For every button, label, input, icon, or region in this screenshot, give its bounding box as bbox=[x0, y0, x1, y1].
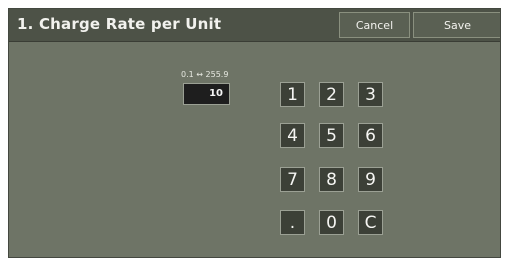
clear-button[interactable]: C bbox=[358, 210, 383, 235]
charge-rate-screen: 1. Charge Rate per Unit Cancel Save 0.1 … bbox=[8, 8, 501, 258]
range-label: 0.1 ↔ 255.9 bbox=[181, 70, 229, 79]
key-5-button[interactable]: 5 bbox=[319, 123, 344, 148]
key-2-button[interactable]: 2 bbox=[319, 82, 344, 107]
key-3-button[interactable]: 3 bbox=[358, 82, 383, 107]
key-6-button[interactable]: 6 bbox=[358, 123, 383, 148]
title-bar: 1. Charge Rate per Unit Cancel Save bbox=[9, 9, 500, 42]
key-dot-button[interactable]: . bbox=[280, 210, 305, 235]
key-0-button[interactable]: 0 bbox=[319, 210, 344, 235]
key-9-button[interactable]: 9 bbox=[358, 167, 383, 192]
key-1-button[interactable]: 1 bbox=[280, 82, 305, 107]
key-4-button[interactable]: 4 bbox=[280, 123, 305, 148]
cancel-button[interactable]: Cancel bbox=[339, 12, 410, 38]
charge-rate-input[interactable]: 10 bbox=[183, 83, 230, 105]
key-8-button[interactable]: 8 bbox=[319, 167, 344, 192]
key-7-button[interactable]: 7 bbox=[280, 167, 305, 192]
save-button[interactable]: Save bbox=[413, 12, 500, 38]
page-title: 1. Charge Rate per Unit bbox=[17, 15, 222, 33]
